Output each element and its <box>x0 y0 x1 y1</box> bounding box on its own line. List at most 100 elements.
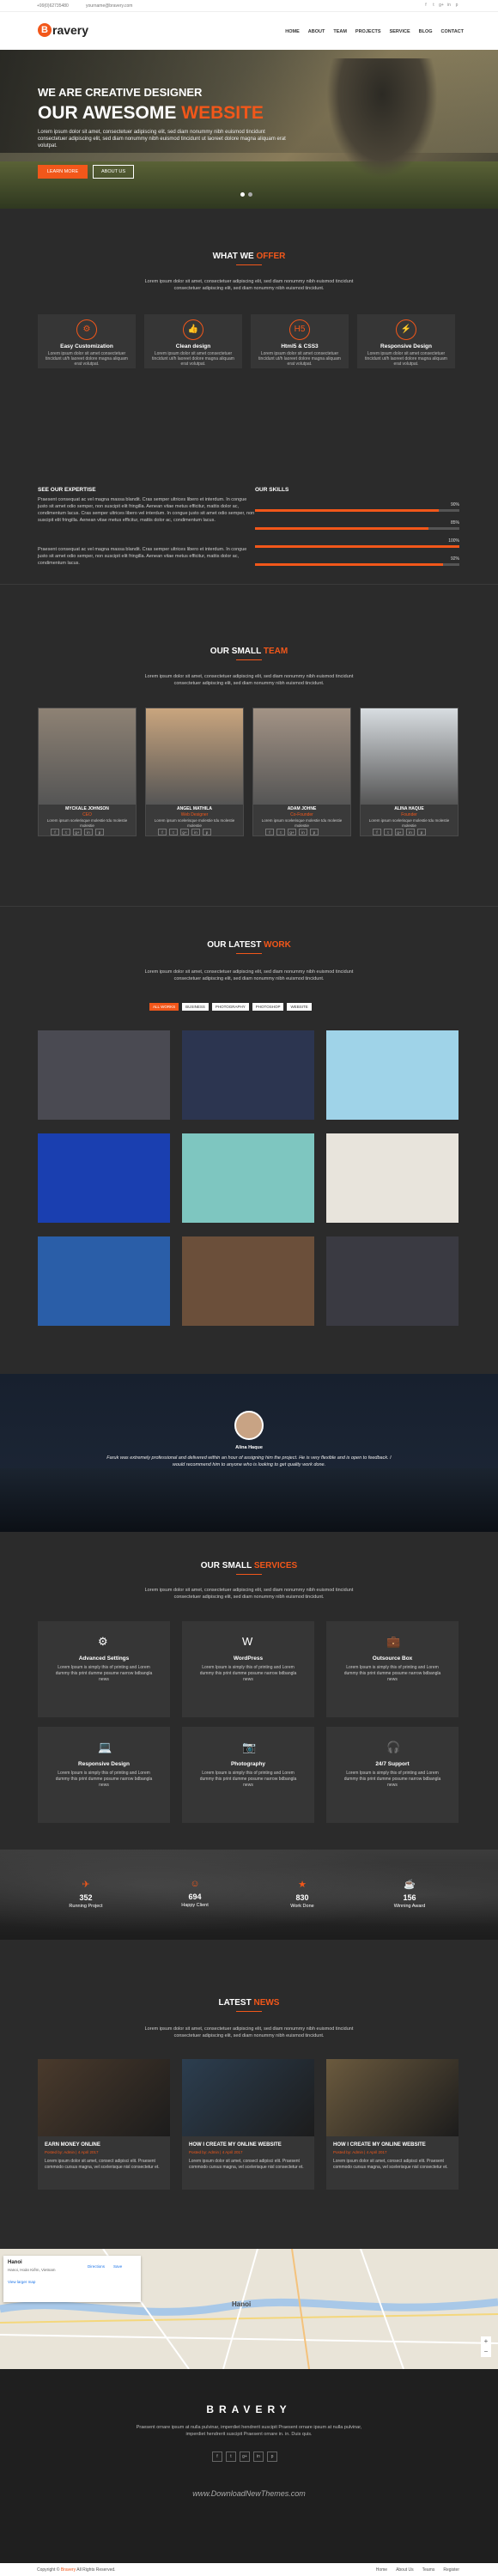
team-member-card[interactable]: ADAM JOHNE Co-Founder Lorem ipsum sceler… <box>252 708 351 836</box>
team-member-card[interactable]: ANGEL MATHILA Web Designer Lorem ipsum s… <box>145 708 244 836</box>
portfolio-tile[interactable] <box>326 1030 459 1120</box>
news-post-card[interactable]: HOW I CREATE MY ONLINE WEBSITE Posted by… <box>326 2059 459 2190</box>
post-image <box>38 2059 170 2136</box>
service-card[interactable]: ⚙ Advanced Settings Lorem Ipsum is simpl… <box>38 1621 170 1717</box>
portfolio-tile[interactable] <box>326 1133 459 1223</box>
portfolio-tile[interactable] <box>38 1030 170 1120</box>
twitter-icon[interactable]: t <box>169 829 178 835</box>
testimonial-city-background <box>0 1468 498 1532</box>
view-larger-map-link[interactable]: View larger map <box>8 2280 35 2284</box>
offer-title-accent: OFFER <box>256 252 286 261</box>
footer-link-register[interactable]: Register <box>443 2567 459 2573</box>
pinterest-icon[interactable]: p <box>454 3 459 8</box>
portfolio-tile[interactable] <box>182 1133 314 1223</box>
filter-business[interactable]: BUSINESS <box>182 1003 209 1011</box>
twitter-icon[interactable]: t <box>384 829 392 835</box>
news-post-card[interactable]: HOW I CREATE MY ONLINE WEBSITE Posted by… <box>182 2059 314 2190</box>
facebook-icon[interactable]: f <box>423 3 428 8</box>
linkedin-icon[interactable]: in <box>84 829 93 835</box>
directions-button[interactable]: Directions <box>88 2264 105 2269</box>
menu-blog[interactable]: BLOG <box>419 29 433 34</box>
portfolio-tile[interactable] <box>38 1133 170 1223</box>
member-name: ALINA HAQUE <box>394 806 424 811</box>
filter-photography[interactable]: PHOTOGRAPHY <box>211 1003 249 1011</box>
pinterest-icon[interactable]: p <box>417 829 426 835</box>
member-desc: Lorem ipsum scelerisque molestie tdu mol… <box>368 818 450 828</box>
slider-dot-1[interactable] <box>240 192 245 197</box>
linkedin-icon[interactable]: in <box>253 2451 264 2462</box>
map-zoom-control[interactable]: + − <box>481 2336 491 2357</box>
offer-card-clean-design[interactable]: 👍 Clean design Lorem ipsum dolor sit ame… <box>144 314 242 368</box>
filter-website[interactable]: WEBSITE <box>287 1003 312 1011</box>
news-post-card[interactable]: EARN MONEY ONLINE Posted by: Admin | 4 A… <box>38 2059 170 2190</box>
portfolio-tile[interactable] <box>38 1236 170 1326</box>
service-desc: Lorem Ipsum is simply this of printing a… <box>55 1665 153 1682</box>
facebook-icon[interactable]: f <box>373 829 381 835</box>
menu-projects[interactable]: PROJECTS <box>355 29 381 34</box>
menu-service[interactable]: SERVICE <box>390 29 410 34</box>
menu-about[interactable]: ABOUT <box>308 29 325 34</box>
facebook-icon[interactable]: f <box>51 829 59 835</box>
offer-card-responsive[interactable]: ⚡ Responsive Design Lorem ipsum dolor si… <box>357 314 455 368</box>
copyright-brand[interactable]: Bravery <box>61 2567 76 2573</box>
offer-card-html5[interactable]: H5 Html5 & CSS3 Lorem ipsum dolor sit am… <box>251 314 349 368</box>
offer-card-customization[interactable]: ⚙ Easy Customization Lorem ipsum dolor s… <box>38 314 136 368</box>
save-button[interactable]: Save <box>113 2264 122 2269</box>
twitter-icon[interactable]: t <box>226 2451 236 2462</box>
facebook-icon[interactable]: f <box>158 829 167 835</box>
slider-dot-2[interactable] <box>248 192 252 197</box>
facebook-icon[interactable]: f <box>265 829 274 835</box>
offer-card-title: Easy Customization <box>60 343 113 349</box>
footer-link-teams[interactable]: Teams <box>422 2567 435 2573</box>
service-card[interactable]: 📷 Photography Lorem Ipsum is simply this… <box>182 1727 314 1823</box>
portfolio-tile[interactable] <box>182 1236 314 1326</box>
post-title[interactable]: HOW I CREATE MY ONLINE WEBSITE <box>333 2142 426 2148</box>
google-plus-icon[interactable]: g+ <box>395 829 404 835</box>
menu-team[interactable]: TEAM <box>333 29 347 34</box>
portfolio-tile[interactable] <box>182 1030 314 1120</box>
work-filters: ALL WORKS BUSINESS PHOTOGRAPHY PHOTOSHOP… <box>149 1003 312 1011</box>
twitter-icon[interactable]: t <box>276 829 285 835</box>
google-plus-icon[interactable]: g+ <box>73 829 82 835</box>
pinterest-icon[interactable]: p <box>267 2451 277 2462</box>
map-city-label: Hanoi <box>232 2300 252 2308</box>
menu-contact[interactable]: CONTACT <box>441 29 464 34</box>
google-plus-icon[interactable]: g+ <box>240 2451 250 2462</box>
pinterest-icon[interactable]: p <box>310 829 319 835</box>
google-plus-icon[interactable]: g+ <box>180 829 189 835</box>
about-us-button[interactable]: ABOUT US <box>93 165 134 179</box>
twitter-icon[interactable]: t <box>62 829 70 835</box>
post-title[interactable]: EARN MONEY ONLINE <box>45 2142 100 2148</box>
offer-title: WHAT WE OFFER <box>0 252 498 261</box>
twitter-icon[interactable]: t <box>431 3 436 8</box>
linkedin-icon[interactable]: in <box>191 829 200 835</box>
facebook-icon[interactable]: f <box>212 2451 222 2462</box>
post-title[interactable]: HOW I CREATE MY ONLINE WEBSITE <box>189 2142 282 2148</box>
service-card[interactable]: 💼 Outsource Box Lorem Ipsum is simply th… <box>326 1621 459 1717</box>
google-plus-icon[interactable]: g+ <box>439 3 444 8</box>
service-card[interactable]: W WordPress Lorem Ipsum is simply this o… <box>182 1621 314 1717</box>
site-logo[interactable]: B ravery <box>38 23 88 37</box>
service-card[interactable]: 🎧 24/7 Support Lorem Ipsum is simply thi… <box>326 1727 459 1823</box>
footer-link-home[interactable]: Home <box>376 2567 387 2573</box>
pinterest-icon[interactable]: p <box>203 829 211 835</box>
footer-link-about[interactable]: About Us <box>396 2567 414 2573</box>
team-member-card[interactable]: MYCKALE JOHNSON CEO Lorem ipsum sceleris… <box>38 708 137 836</box>
service-card[interactable]: 💻 Responsive Design Lorem Ipsum is simpl… <box>38 1727 170 1823</box>
learn-more-button[interactable]: LEARN MORE <box>38 165 88 179</box>
location-map[interactable]: Hanoi Hanoi Hanoi, Hoàn Kiếm, Vietnam Vi… <box>0 2249 498 2369</box>
linkedin-icon[interactable]: in <box>446 3 452 8</box>
filter-photoshop[interactable]: PHOTOSHOP <box>252 1003 284 1011</box>
google-plus-icon[interactable]: g+ <box>288 829 296 835</box>
menu-home[interactable]: HOME <box>285 29 300 34</box>
linkedin-icon[interactable]: in <box>299 829 307 835</box>
filter-all-works[interactable]: ALL WORKS <box>149 1003 179 1011</box>
pinterest-icon[interactable]: p <box>95 829 104 835</box>
email-text[interactable]: yourname@bravery.com <box>86 3 132 9</box>
team-member-card[interactable]: ALINA HAQUE Founder Lorem ipsum sceleris… <box>360 708 459 836</box>
skill-fill <box>255 509 440 512</box>
offer-card-desc: Lorem ipsum dolor sit amet consectetuer … <box>152 351 234 367</box>
smile-icon: ☺ <box>190 1879 200 1889</box>
linkedin-icon[interactable]: in <box>406 829 415 835</box>
portfolio-tile[interactable] <box>326 1236 459 1326</box>
